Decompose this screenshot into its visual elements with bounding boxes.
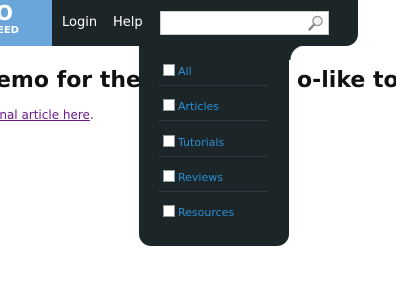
filter-label: Reviews	[178, 171, 223, 184]
filter-checkbox[interactable]	[163, 170, 175, 182]
magnifier-icon[interactable]	[307, 14, 325, 32]
search-box	[160, 11, 329, 35]
logo-subtext: EED	[0, 25, 19, 36]
original-article-link[interactable]: inal article here	[0, 108, 90, 122]
help-link[interactable]: Help	[113, 15, 143, 31]
logo-text: O	[0, 1, 13, 25]
filter-checkbox[interactable]	[163, 64, 175, 76]
search-filter-dropdown: All Articles Tutorials Reviews Resources	[139, 46, 289, 246]
filter-checkbox[interactable]	[163, 99, 175, 111]
filter-item-reviews[interactable]: Reviews	[159, 158, 267, 192]
login-link[interactable]: Login	[62, 15, 97, 31]
filter-label: Tutorials	[178, 136, 225, 149]
filter-label: Articles	[178, 100, 220, 113]
filter-item-all[interactable]: All	[159, 52, 267, 86]
filter-checkbox[interactable]	[163, 205, 175, 217]
article-text-period: .	[89, 108, 94, 122]
filter-label: All	[178, 65, 192, 78]
filter-label: Resources	[178, 206, 235, 219]
page: emo for the ' o-like top inal article he…	[0, 0, 396, 300]
filter-item-articles[interactable]: Articles	[159, 87, 267, 121]
search-input[interactable]	[161, 12, 309, 34]
filter-checkbox[interactable]	[163, 135, 175, 147]
article-title: emo for the '	[0, 68, 156, 93]
article-title-tail: o-like top	[297, 68, 396, 93]
dropdown-corner	[289, 44, 305, 60]
filter-item-tutorials[interactable]: Tutorials	[159, 123, 267, 157]
site-logo[interactable]: O EED	[0, 0, 52, 46]
filter-item-resources[interactable]: Resources	[159, 193, 267, 227]
article-text: inal article here.	[0, 108, 94, 123]
